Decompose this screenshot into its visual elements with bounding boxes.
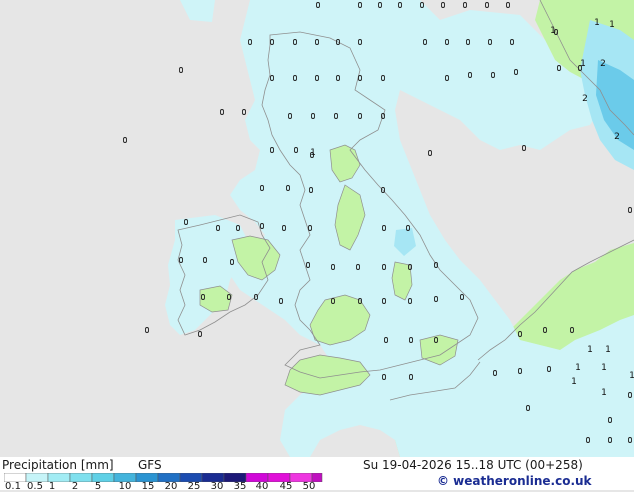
scale-label: 20	[164, 481, 178, 492]
brand-credit: © weatheronline.co.uk	[437, 474, 592, 488]
scale-label: 45	[279, 481, 293, 492]
scale-color-segment	[135, 473, 159, 482]
color-scale-bar	[4, 473, 323, 482]
cell-value-label: 1	[601, 388, 607, 398]
scale-label: 2	[71, 481, 79, 492]
scale-color-segment	[289, 473, 313, 482]
cell-value-label: 1	[310, 148, 316, 158]
scale-color-segment	[201, 473, 225, 482]
scale-label: 30	[210, 481, 224, 492]
scale-color-segment	[179, 473, 203, 482]
cell-value-label: 1	[629, 371, 634, 381]
cell-value-label: 2	[582, 94, 588, 104]
scale-label: 25	[187, 481, 201, 492]
scale-color-segment	[4, 473, 27, 482]
cell-value-label: 1	[601, 363, 607, 373]
scale-color-segment	[69, 473, 93, 482]
scale-color-segment	[47, 473, 71, 482]
cell-value-label: 1	[594, 18, 600, 28]
cell-value-label: 1	[575, 363, 581, 373]
scale-color-segment	[113, 473, 137, 482]
cell-value-label: 2	[600, 59, 606, 69]
scale-label: 0.1	[5, 481, 21, 492]
cell-value-label: 1	[580, 59, 586, 69]
scale-color-segment	[25, 473, 49, 482]
cell-value-label: 1	[605, 345, 611, 355]
scale-label: 40	[255, 481, 269, 492]
cell-value-label: 1	[571, 377, 577, 387]
model-name: GFS	[138, 458, 162, 472]
precipitation-map: 2221 11111 111111	[0, 0, 634, 457]
scale-label: 10	[118, 481, 132, 492]
scale-label: 50	[302, 481, 316, 492]
scale-color-segment	[91, 473, 115, 482]
scale-color-segment	[267, 473, 291, 482]
cell-value-label: 1	[587, 345, 593, 355]
cell-value-label: 1	[550, 26, 556, 36]
scale-label: 15	[141, 481, 155, 492]
cell-value-label: 2	[614, 132, 620, 142]
cell-value-label: 1	[609, 20, 615, 30]
scale-label: 0.5	[27, 481, 43, 492]
scale-label: 1	[48, 481, 56, 492]
scale-color-segment	[311, 473, 323, 482]
scale-label: 5	[94, 481, 102, 492]
valid-time: Su 19-04-2026 15..18 UTC (00+258)	[363, 458, 583, 472]
legend-title: Precipitation [mm]	[2, 458, 114, 472]
scale-color-segment	[245, 473, 269, 482]
scale-label: 35	[233, 481, 247, 492]
scale-color-segment	[157, 473, 181, 482]
scale-color-segment	[223, 473, 247, 482]
